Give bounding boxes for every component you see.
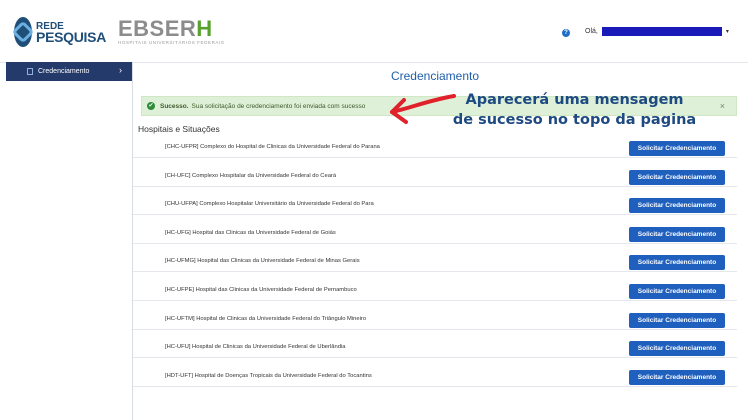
solicitar-credenciamento-button[interactable]: Solicitar Credenciamento xyxy=(629,226,725,242)
rede-pesquisa-logo[interactable]: REDE PESQUISA xyxy=(11,15,106,49)
ebserh-logo: EBSERH HOSPITAIS UNIVERSITÁRIOS FEDERAIS xyxy=(118,16,225,48)
table-row: [HC-UFU] Hospital de Clinicas da Univers… xyxy=(133,330,737,359)
document-icon xyxy=(27,68,33,75)
solicitar-credenciamento-button[interactable]: Solicitar Credenciamento xyxy=(629,341,725,357)
alert-strong: Sucesso. xyxy=(160,102,189,110)
hospital-name: [HDT-UFT] Hospital de Doenças Tropicais … xyxy=(165,372,372,379)
solicitar-credenciamento-button[interactable]: Solicitar Credenciamento xyxy=(629,198,725,214)
hospital-name: [HC-UFMG] Hospital das Clinicas da Unive… xyxy=(165,258,360,265)
hospital-name: [CHU-UFPA] Complexo Hospitalar Universit… xyxy=(165,201,374,208)
solicitar-credenciamento-button[interactable]: Solicitar Credenciamento xyxy=(629,312,725,328)
user-menu[interactable]: Olá, ▾ xyxy=(585,27,729,36)
solicitar-credenciamento-button[interactable]: Solicitar Credenciamento xyxy=(629,141,725,156)
ebserh-logo-h: H xyxy=(196,16,213,41)
table-row: [CH-UFC] Complexo Hospitalar da Universi… xyxy=(133,159,737,187)
table-row: [CHU-UFPA] Complexo Hospitalar Universit… xyxy=(133,187,737,216)
solicitar-credenciamento-button[interactable]: Solicitar Credenciamento xyxy=(629,255,725,271)
caret-down-icon: ▾ xyxy=(725,29,729,35)
redacted-username xyxy=(601,27,722,36)
sidebar-item-credenciamento[interactable]: Credenciamento › xyxy=(6,62,132,81)
table-row: [HC-UFG] Hospital das Clinicas da Univer… xyxy=(133,216,737,244)
table-row: [HC-UFPE] Hospital das Clinicas da Unive… xyxy=(133,273,737,301)
annotation-line1: Aparecerá uma mensagem xyxy=(465,92,684,108)
help-icon[interactable]: ? xyxy=(562,29,570,37)
solicitar-credenciamento-button[interactable]: Solicitar Credenciamento xyxy=(629,369,725,385)
chevron-right-icon: › xyxy=(119,65,122,75)
page-title: Credenciamento xyxy=(390,69,480,83)
sidebar: Credenciamento › xyxy=(6,62,132,420)
table-row: [HC-UFMG] Hospital das Clinicas da Unive… xyxy=(133,244,737,273)
annotation-line2: de sucesso no topo da pagina xyxy=(452,112,697,128)
hospital-name: [CH-UFC] Complexo Hospitalar da Universi… xyxy=(165,172,337,179)
alert-message: Sua solicitação de credenciamento foi en… xyxy=(191,102,366,110)
hospital-name: [HC-UFG] Hospital das Clinicas da Univer… xyxy=(165,229,336,236)
check-circle-icon: ✔ xyxy=(147,102,155,110)
rede-pesquisa-logo-icon xyxy=(11,17,35,47)
logo-rede-line2: PESQUISA xyxy=(36,29,106,45)
hospital-name: [HC-UFU] Hospital de Clinicas da Univers… xyxy=(165,344,346,351)
user-greeting: Olá, xyxy=(585,28,598,35)
table-row: [HDT-UFT] Hospital de Doenças Tropicais … xyxy=(133,359,737,387)
solicitar-credenciamento-button[interactable]: Solicitar Credenciamento xyxy=(629,169,725,185)
hospital-name: [HC-UFTM] Hospital de Clinicas da Univer… xyxy=(165,315,367,322)
hospital-name: [HC-UFPE] Hospital das Clinicas da Unive… xyxy=(165,287,357,293)
table-row: [CHC-UFPR] Complexo do Hospital de Clini… xyxy=(133,130,737,158)
red-arrow-annotation xyxy=(390,94,456,124)
solicitar-credenciamento-button[interactable]: Solicitar Credenciamento xyxy=(629,284,725,299)
table-row: [HC-UFTM] Hospital de Clinicas da Univer… xyxy=(133,302,737,330)
hospital-name: [CHC-UFPR] Complexo do Hospital de Clini… xyxy=(165,144,380,150)
close-icon[interactable]: × xyxy=(720,101,725,111)
ebserh-logo-subtitle: HOSPITAIS UNIVERSITÁRIOS FEDERAIS xyxy=(118,40,225,45)
annotation-text: Aparecerá uma mensagem de sucesso no top… xyxy=(452,90,697,130)
sidebar-item-label: Credenciamento xyxy=(38,68,90,75)
ebserh-logo-main: EBSER xyxy=(118,16,197,41)
top-header: REDE PESQUISA EBSERH HOSPITAIS UNIVERSIT… xyxy=(0,0,748,63)
